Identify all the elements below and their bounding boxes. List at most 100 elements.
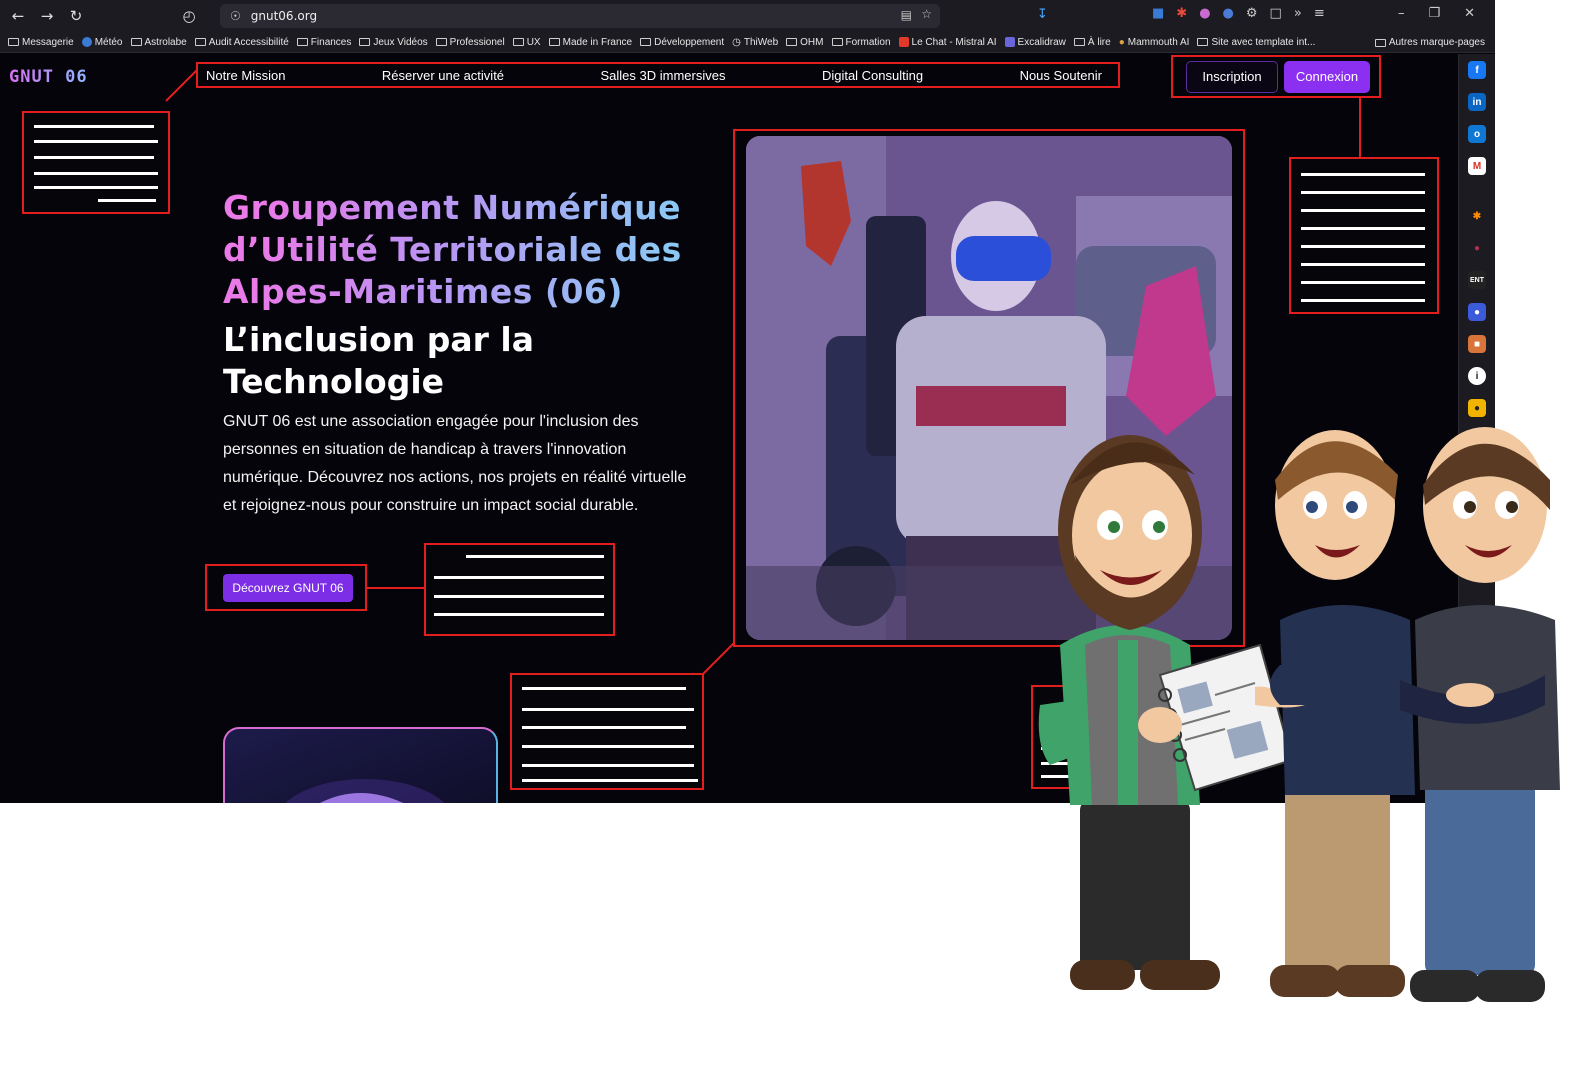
sidebar-toggle-icon[interactable]: □ bbox=[1270, 6, 1282, 21]
bookmark-item[interactable]: Messagerie bbox=[8, 37, 74, 48]
bookmark-item[interactable]: ● Mammouth AI bbox=[1119, 37, 1190, 48]
folder-icon bbox=[831, 38, 843, 46]
annotation-line bbox=[34, 125, 154, 128]
annotation-line bbox=[434, 613, 604, 616]
folder-icon bbox=[1197, 38, 1209, 46]
bookmark-item[interactable]: Excalidraw bbox=[1004, 37, 1066, 48]
menu-icon[interactable]: ≡ bbox=[1314, 6, 1325, 21]
reload-icon[interactable]: ↻ bbox=[63, 3, 89, 29]
bookmark-item[interactable]: À lire bbox=[1073, 37, 1111, 48]
bookmark-item[interactable]: ◷ ThiWeb bbox=[732, 37, 778, 48]
nav-item-booking[interactable]: Réserver une activité bbox=[382, 68, 504, 83]
bookmark-item[interactable]: UX bbox=[512, 37, 541, 48]
annotation-box-cta bbox=[424, 543, 615, 636]
bookmark-item[interactable]: Météo bbox=[81, 37, 123, 48]
nav-item-consulting[interactable]: Digital Consulting bbox=[822, 68, 923, 83]
window-controls: – ❐ ✕ bbox=[1398, 6, 1475, 21]
nav-item-mission[interactable]: Notre Mission bbox=[206, 68, 285, 83]
annotation-line bbox=[522, 764, 694, 767]
bookmark-item[interactable]: Développement bbox=[640, 37, 724, 48]
folder-icon bbox=[1374, 38, 1386, 47]
nav-item-3d-rooms[interactable]: Salles 3D immersives bbox=[601, 68, 726, 83]
bookmark-item[interactable]: Site avec template int... bbox=[1197, 37, 1315, 48]
close-icon[interactable]: ✕ bbox=[1464, 6, 1475, 21]
overflow-icon[interactable]: » bbox=[1294, 6, 1302, 21]
hero-title: Groupement Numérique d’Utilité Territori… bbox=[223, 187, 703, 313]
outlook-icon[interactable]: o bbox=[1468, 125, 1486, 143]
annotation-line bbox=[1301, 245, 1425, 248]
extension-icon[interactable]: ● bbox=[1468, 303, 1486, 321]
site-logo[interactable]: GNUT 06 bbox=[9, 67, 88, 87]
reader-icon[interactable]: ▤ bbox=[901, 8, 912, 22]
vr-headset-illustration bbox=[285, 779, 445, 803]
folder-icon bbox=[194, 38, 206, 46]
bookmark-item[interactable]: Finances bbox=[296, 37, 351, 48]
extension-icon[interactable]: ✱ bbox=[1468, 207, 1486, 225]
bookmark-item[interactable]: Jeux Vidéos bbox=[359, 37, 428, 48]
annotation-line bbox=[34, 156, 154, 159]
bookmark-item[interactable]: Formation bbox=[831, 37, 891, 48]
annotation-line bbox=[34, 186, 158, 189]
annotation-line bbox=[1301, 263, 1425, 266]
download-icon[interactable]: ↧ bbox=[1037, 7, 1048, 22]
mammouth-icon: ● bbox=[1118, 36, 1125, 48]
folder-icon bbox=[548, 38, 560, 46]
annotation-line bbox=[1301, 191, 1425, 194]
browser-toolbar: ← → ↻ ◴ ☉ gnut06.org ▤ ☆ ↧ ■ ✱ ● ● ⚙ □ »… bbox=[0, 0, 1495, 32]
extension-icon-2[interactable]: ✱ bbox=[1176, 6, 1187, 21]
extension-icon[interactable]: ● bbox=[1468, 239, 1486, 257]
bookmark-item[interactable]: Le Chat - Mistral AI bbox=[898, 37, 997, 48]
address-bar[interactable]: ☉ gnut06.org ▤ ☆ bbox=[220, 4, 940, 28]
bookmark-item[interactable]: Audit Accessibilité bbox=[194, 37, 289, 48]
annotation-line bbox=[522, 726, 686, 729]
annotation-line bbox=[434, 576, 604, 579]
bookmarks-bar: Messagerie Météo Astrolabe Audit Accessi… bbox=[0, 32, 1495, 53]
history-icon[interactable]: ◴ bbox=[176, 3, 202, 29]
signup-button[interactable]: Inscription bbox=[1186, 60, 1278, 93]
info-icon[interactable]: i bbox=[1468, 367, 1486, 385]
discover-button[interactable]: Découvrez GNUT 06 bbox=[223, 574, 353, 602]
restore-icon[interactable]: ❐ bbox=[1429, 6, 1441, 21]
annotation-line bbox=[522, 708, 694, 711]
annotation-line bbox=[98, 199, 156, 202]
mistral-icon bbox=[898, 37, 909, 47]
facebook-icon[interactable]: f bbox=[1468, 61, 1486, 79]
star-icon[interactable]: ☆ bbox=[921, 7, 932, 21]
gmail-icon[interactable]: M bbox=[1468, 157, 1486, 175]
extension-icon[interactable]: ENT bbox=[1468, 271, 1486, 289]
annotation-box-nav bbox=[22, 111, 170, 214]
annotation-line bbox=[522, 687, 686, 690]
minimize-icon[interactable]: – bbox=[1398, 6, 1405, 21]
bookmark-other[interactable]: Autres marque-pages bbox=[1374, 32, 1485, 52]
extension-icon[interactable]: ■ bbox=[1468, 335, 1486, 353]
main-navigation: Notre Mission Réserver une activité Sall… bbox=[196, 62, 1120, 88]
extension-icon-3[interactable]: ● bbox=[1199, 6, 1210, 21]
bookmark-item[interactable]: OHM bbox=[786, 37, 824, 48]
linkedin-icon[interactable]: in bbox=[1468, 93, 1486, 111]
folder-icon bbox=[786, 38, 798, 46]
weather-icon bbox=[81, 37, 92, 47]
annotation-line bbox=[34, 172, 158, 175]
auth-buttons: Inscription Connexion bbox=[1171, 55, 1381, 98]
annotation-box-photo bbox=[510, 673, 704, 790]
bookmark-item[interactable]: Astrolabe bbox=[130, 37, 187, 48]
extension-icon-4[interactable]: ● bbox=[1223, 6, 1234, 21]
back-icon[interactable]: ← bbox=[5, 3, 31, 29]
connector-line bbox=[367, 587, 424, 589]
extensions-icon[interactable]: ⚙ bbox=[1246, 6, 1258, 21]
annotation-line bbox=[1301, 227, 1425, 230]
extension-icon-1[interactable]: ■ bbox=[1152, 6, 1164, 21]
forward-icon[interactable]: → bbox=[34, 3, 60, 29]
annotation-line bbox=[522, 779, 698, 782]
nav-item-support[interactable]: Nous Soutenir bbox=[1020, 68, 1102, 83]
annotation-line bbox=[434, 595, 604, 598]
bookmark-item[interactable]: Made in France bbox=[548, 37, 632, 48]
bookmark-item[interactable]: Professionel bbox=[435, 37, 505, 48]
shield-icon: ☉ bbox=[230, 9, 241, 23]
url-text: gnut06.org bbox=[250, 9, 318, 23]
folder-icon bbox=[512, 38, 524, 46]
login-button[interactable]: Connexion bbox=[1284, 60, 1370, 93]
globe-icon: ◷ bbox=[732, 36, 741, 48]
feature-card bbox=[223, 727, 498, 803]
folder-icon bbox=[130, 38, 142, 46]
